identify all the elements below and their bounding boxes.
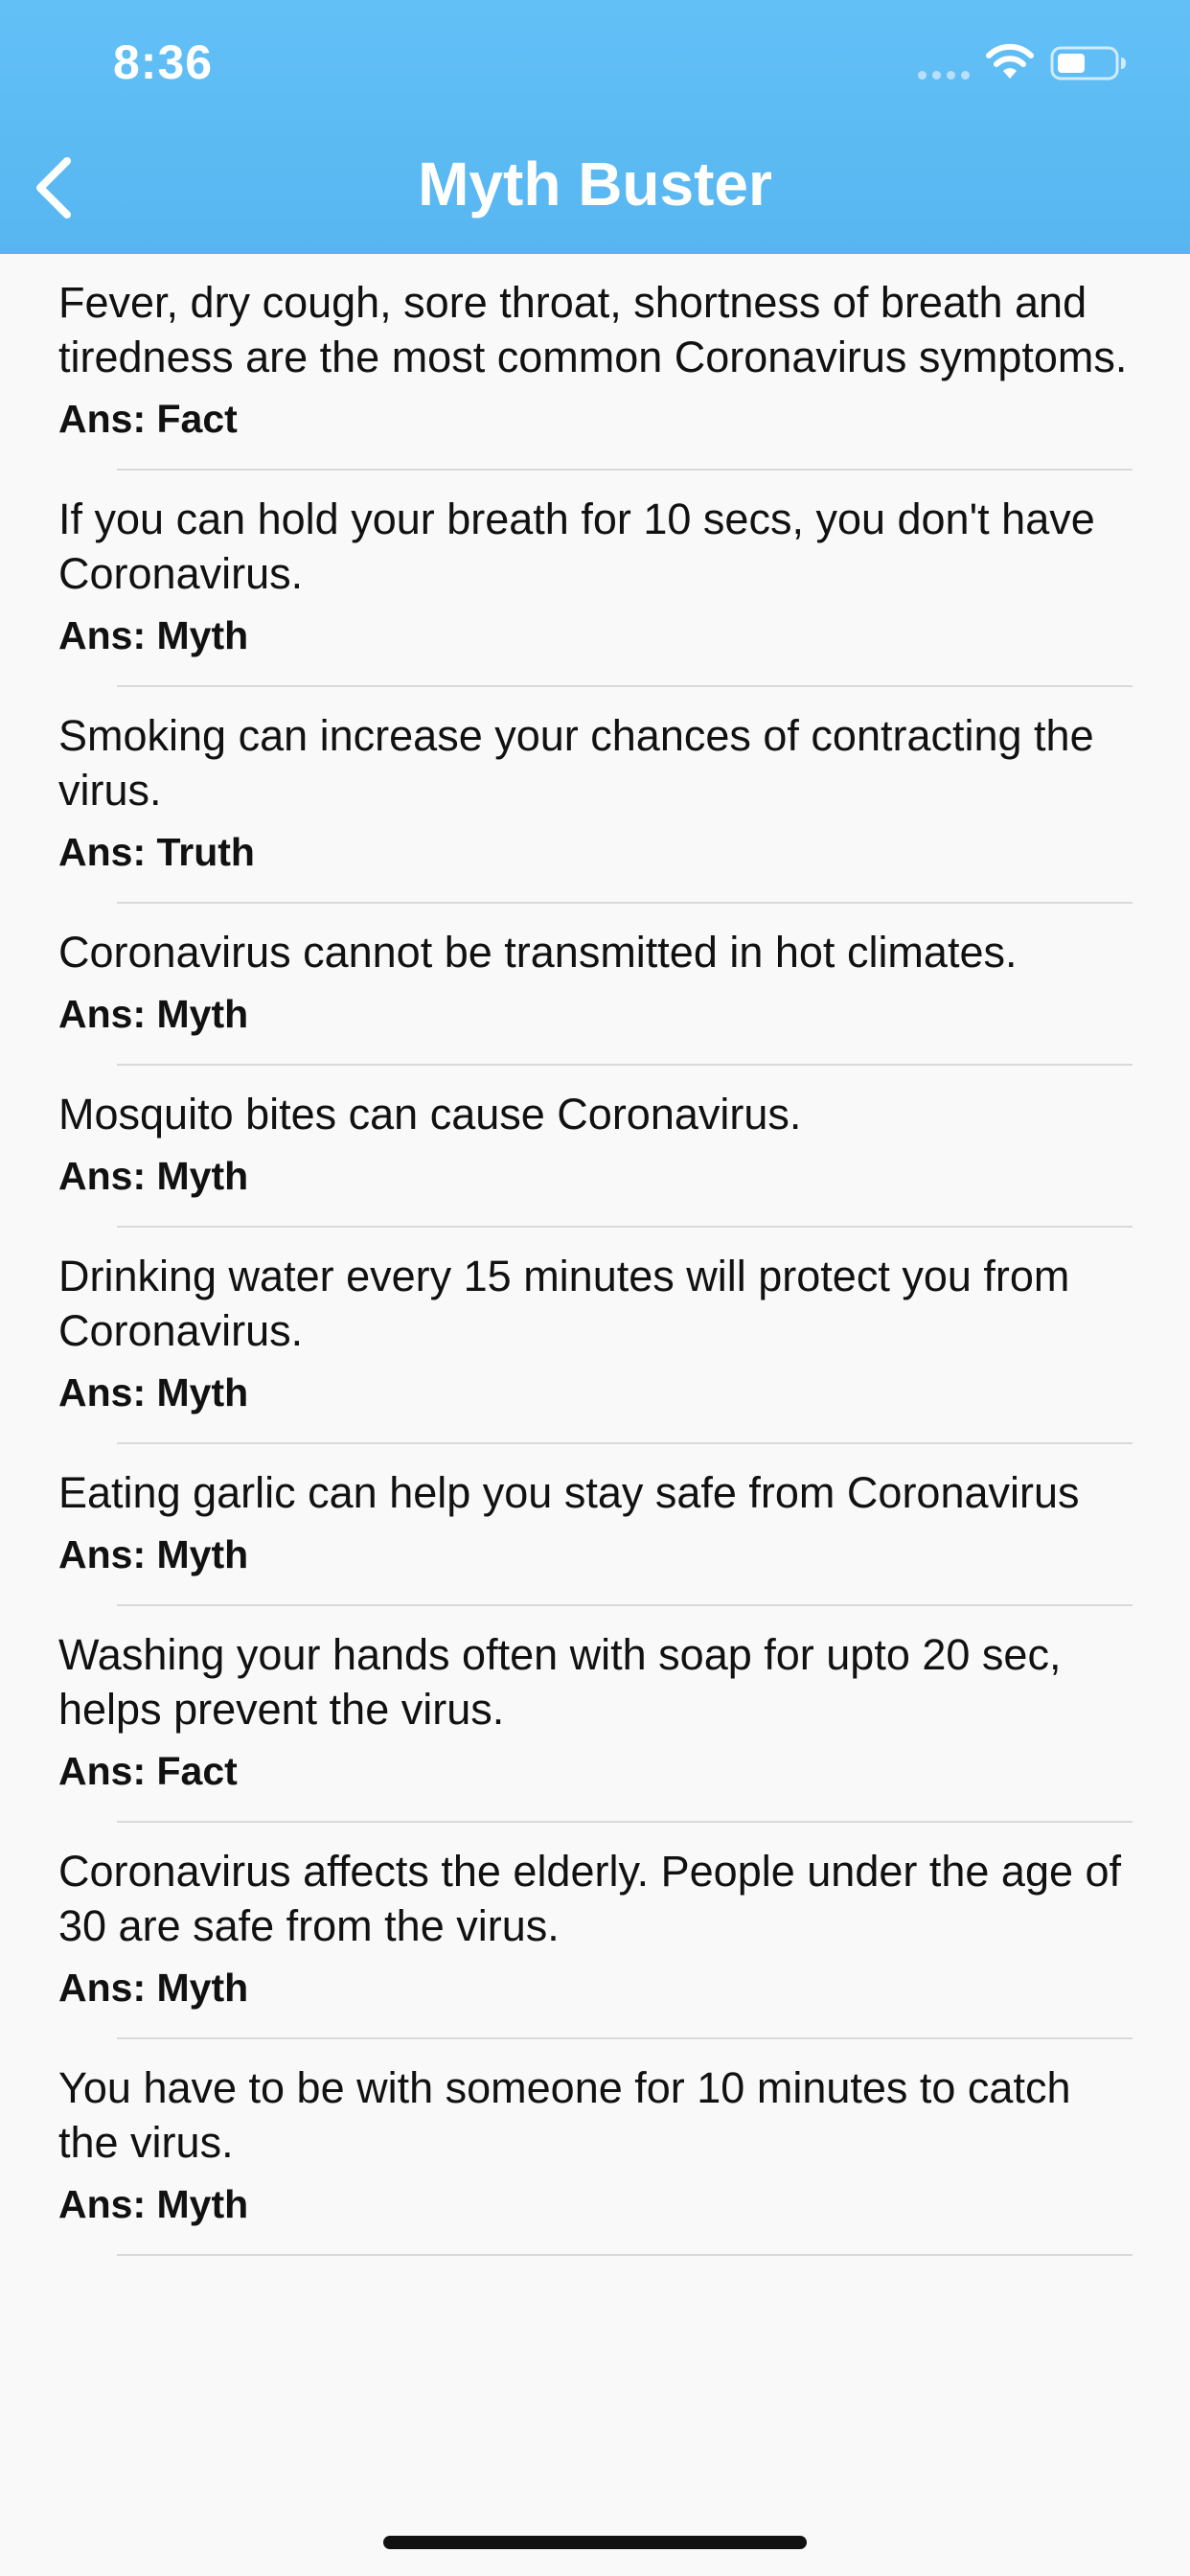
list-item[interactable]: Mosquito bites can cause Coronavirus. An… xyxy=(0,1066,1190,1228)
item-statement: Washing your hands often with soap for u… xyxy=(58,1630,1062,1734)
signal-icon xyxy=(918,71,970,80)
status-time: 8:36 xyxy=(113,35,214,89)
item-answer: Ans: Myth xyxy=(58,2182,249,2226)
item-answer: Ans: Myth xyxy=(58,613,249,657)
list-item[interactable]: Coronavirus affects the elderly. People … xyxy=(0,1823,1190,2039)
list-item[interactable]: Coronavirus cannot be transmitted in hot… xyxy=(0,904,1190,1066)
list-item[interactable]: Drinking water every 15 minutes will pro… xyxy=(0,1228,1190,1444)
list-item[interactable]: Fever, dry cough, sore throat, shortness… xyxy=(0,254,1190,471)
item-answer: Ans: Truth xyxy=(58,830,255,874)
list-item[interactable]: Washing your hands often with soap for u… xyxy=(0,1606,1190,1823)
item-statement: Fever, dry cough, sore throat, shortness… xyxy=(58,278,1128,381)
list-item[interactable]: Smoking can increase your chances of con… xyxy=(0,687,1190,904)
item-statement: Mosquito bites can cause Coronavirus. xyxy=(58,1090,802,1138)
item-answer: Ans: Myth xyxy=(58,1966,249,2010)
list-item[interactable]: Eating garlic can help you stay safe fro… xyxy=(0,1444,1190,1606)
wifi-icon xyxy=(986,43,1034,79)
item-statement: You have to be with someone for 10 minut… xyxy=(58,2063,1071,2167)
item-statement: Coronavirus cannot be transmitted in hot… xyxy=(58,928,1018,977)
item-answer: Ans: Myth xyxy=(58,1532,249,1576)
item-answer: Ans: Myth xyxy=(58,1370,249,1414)
item-statement: Smoking can increase your chances of con… xyxy=(58,711,1094,815)
home-indicator[interactable] xyxy=(383,2536,807,2549)
item-statement: Coronavirus affects the elderly. People … xyxy=(58,1847,1122,1950)
page-title: Myth Buster xyxy=(418,150,772,218)
list-item[interactable]: If you can hold your breath for 10 secs,… xyxy=(0,471,1190,687)
item-answer: Ans: Myth xyxy=(58,992,249,1036)
item-statement: If you can hold your breath for 10 secs,… xyxy=(58,494,1095,598)
item-statement: Eating garlic can help you stay safe fro… xyxy=(58,1468,1080,1517)
item-answer: Ans: Fact xyxy=(58,1749,238,1793)
list-item[interactable]: You have to be with someone for 10 minut… xyxy=(0,2039,1190,2256)
item-answer: Ans: Myth xyxy=(58,1154,249,1198)
battery-icon xyxy=(1050,46,1126,80)
myth-list[interactable]: Fever, dry cough, sore throat, shortness… xyxy=(0,254,1190,2256)
navigation-header: 8:36 Myth Buster xyxy=(0,0,1190,254)
divider xyxy=(117,2254,1133,2256)
item-statement: Drinking water every 15 minutes will pro… xyxy=(58,1252,1070,1355)
item-answer: Ans: Fact xyxy=(58,397,238,441)
